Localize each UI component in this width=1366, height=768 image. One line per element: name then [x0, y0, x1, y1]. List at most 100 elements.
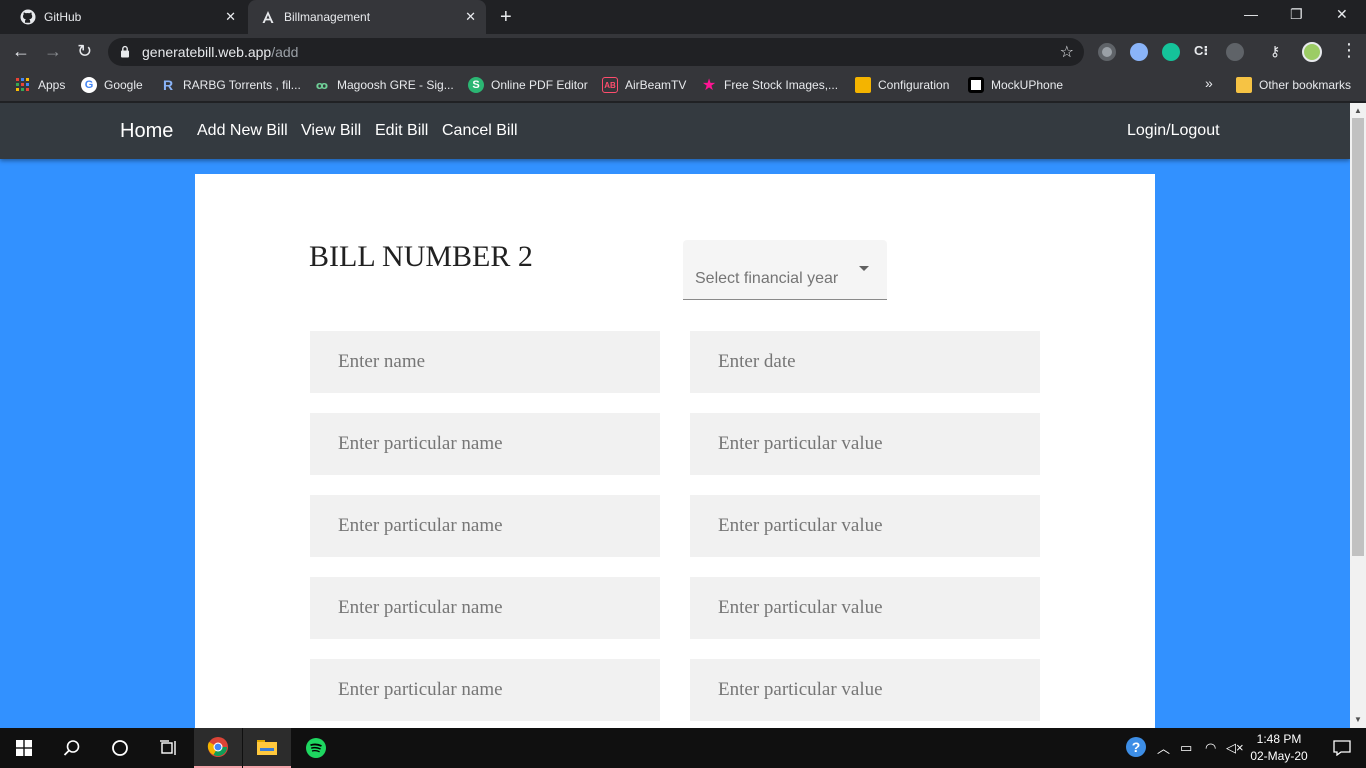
- extension-bug-icon[interactable]: [1226, 43, 1244, 61]
- bookmark-rarbg[interactable]: R RARBG Torrents , fil...: [160, 77, 301, 93]
- particular-name-input-3[interactable]: [310, 577, 660, 639]
- back-icon[interactable]: ←: [12, 41, 30, 62]
- airbeamtv-icon: AB: [602, 77, 618, 93]
- bookmarks-bar: Apps G Google R RARBG Torrents , fil... …: [0, 70, 1366, 102]
- bookmark-mockuphone[interactable]: MockUPhone: [968, 77, 1063, 93]
- other-bookmarks-label: Other bookmarks: [1259, 78, 1352, 92]
- rarbg-icon: R: [162, 77, 174, 93]
- particular-name-input-1[interactable]: [310, 413, 660, 475]
- nav-cancel-bill[interactable]: Cancel Bill: [442, 122, 518, 140]
- date-input[interactable]: [690, 331, 1040, 393]
- bookmarks-overflow-button[interactable]: »: [1205, 75, 1213, 91]
- close-tab-icon[interactable]: ✕: [465, 9, 476, 25]
- extension-c-icon[interactable]: C⁝: [1194, 43, 1212, 61]
- bookmark-label: MockUPhone: [991, 78, 1064, 92]
- notifications-icon[interactable]: [1318, 728, 1366, 768]
- particular-value-input-2[interactable]: [690, 495, 1040, 557]
- financial-year-placeholder: Select financial year: [695, 270, 839, 287]
- help-icon[interactable]: ?: [1126, 737, 1146, 757]
- angular-icon: [260, 9, 276, 25]
- nav-edit-bill[interactable]: Edit Bill: [375, 122, 428, 140]
- url-text: generatebill.web.app/add: [142, 44, 298, 60]
- profile-avatar[interactable]: [1302, 42, 1322, 62]
- bookmark-star-icon[interactable]: ☆: [1060, 42, 1074, 62]
- battery-icon[interactable]: ▭: [1180, 740, 1192, 756]
- bookmark-label: Google: [104, 78, 143, 92]
- nav-login-logout[interactable]: Login/Logout: [1127, 122, 1220, 140]
- bookmark-airbeamtv[interactable]: AB AirBeamTV: [602, 77, 686, 93]
- close-window-icon[interactable]: ✕: [1336, 6, 1348, 23]
- restore-icon[interactable]: ❐: [1290, 6, 1303, 23]
- browser-toolbar: ← → ↻ generatebill.web.app/add ☆ C⁝ ⚷ ⋮: [0, 34, 1366, 70]
- bookmark-configuration[interactable]: Configuration: [855, 77, 949, 93]
- wifi-icon[interactable]: ◠: [1205, 740, 1216, 756]
- bookmark-apps[interactable]: Apps: [15, 77, 65, 93]
- address-bar[interactable]: generatebill.web.app/add ☆: [108, 38, 1084, 66]
- financial-year-select[interactable]: Select financial year: [683, 240, 887, 300]
- bookmark-label: Apps: [38, 78, 66, 92]
- name-input[interactable]: [310, 331, 660, 393]
- lock-icon: [120, 45, 130, 63]
- google-icon: G: [81, 77, 97, 93]
- volume-muted-icon[interactable]: ◁×: [1226, 740, 1244, 756]
- new-tab-icon[interactable]: +: [500, 6, 512, 29]
- menu-kebab-icon[interactable]: ⋮: [1340, 40, 1358, 61]
- tab-github[interactable]: GitHub ✕: [8, 0, 246, 34]
- chevron-up-icon[interactable]: ︿: [1157, 738, 1170, 757]
- apps-grid-icon: [15, 77, 31, 93]
- bookmark-label: AirBeamTV: [625, 78, 687, 92]
- windows-taskbar: ? ︿ ▭ ◠ ◁× 1:48 PM 02-May-20: [0, 728, 1366, 768]
- folder-icon: [1236, 77, 1252, 93]
- spotify-icon[interactable]: [292, 728, 340, 768]
- bookmark-pdf-editor[interactable]: S Online PDF Editor: [468, 77, 588, 93]
- github-icon: [20, 9, 36, 25]
- dropdown-arrow-icon: [859, 266, 869, 271]
- windows-start-icon[interactable]: [0, 728, 48, 768]
- url-path: /add: [271, 44, 299, 60]
- bookmark-label: RARBG Torrents , fil...: [183, 78, 301, 92]
- sejda-icon: S: [468, 77, 484, 93]
- bookmark-google[interactable]: G Google: [81, 77, 143, 93]
- reload-icon[interactable]: ↻: [77, 41, 92, 62]
- star-icon: ★: [701, 77, 717, 94]
- bill-number-title: BILL NUMBER 2: [309, 240, 533, 273]
- nav-view-bill[interactable]: View Bill: [301, 122, 361, 140]
- particular-value-input-1[interactable]: [690, 413, 1040, 475]
- forward-icon[interactable]: →: [44, 41, 62, 62]
- page-scrollbar[interactable]: ▲ ▼: [1350, 103, 1366, 728]
- extension-record-icon[interactable]: [1098, 43, 1116, 61]
- nav-add-new-bill[interactable]: Add New Bill: [197, 122, 288, 140]
- scrollbar-thumb[interactable]: [1352, 118, 1364, 556]
- tab-label: Billmanagement: [284, 10, 371, 24]
- tab-label: GitHub: [44, 10, 82, 24]
- bookmark-stock-images[interactable]: ★ Free Stock Images,...: [701, 77, 838, 94]
- file-explorer-icon[interactable]: [243, 728, 291, 768]
- particular-name-input-4[interactable]: [310, 659, 660, 721]
- task-view-icon[interactable]: [144, 728, 192, 768]
- tab-billmanagement[interactable]: Billmanagement ✕: [248, 0, 486, 34]
- search-icon[interactable]: [48, 728, 96, 768]
- other-bookmarks[interactable]: Other bookmarks: [1236, 77, 1351, 93]
- page-viewport: Home Add New Bill View Bill Edit Bill Ca…: [0, 103, 1350, 728]
- magoosh-icon: ꝏ: [315, 79, 329, 92]
- nav-home-link[interactable]: Home: [120, 120, 173, 143]
- browser-tab-strip: GitHub ✕ Billmanagement ✕ + — ❐ ✕: [0, 0, 1366, 34]
- minimize-icon[interactable]: —: [1244, 6, 1258, 22]
- mockuphone-icon: [968, 77, 984, 93]
- scroll-up-icon[interactable]: ▲: [1354, 106, 1362, 115]
- extension-circle-icon[interactable]: [1130, 43, 1148, 61]
- bookmark-magoosh[interactable]: ꝏ Magoosh GRE - Sig...: [314, 77, 454, 93]
- cortana-icon[interactable]: [96, 728, 144, 768]
- chrome-taskbar-icon[interactable]: [194, 728, 242, 768]
- scroll-down-icon[interactable]: ▼: [1354, 715, 1362, 724]
- particular-value-input-3[interactable]: [690, 577, 1040, 639]
- box-icon: [855, 77, 871, 93]
- particular-name-input-2[interactable]: [310, 495, 660, 557]
- grammarly-icon[interactable]: [1162, 43, 1180, 61]
- key-icon[interactable]: ⚷: [1270, 43, 1288, 61]
- taskbar-clock[interactable]: 1:48 PM 02-May-20: [1246, 731, 1312, 765]
- url-host: generatebill.web.app: [142, 44, 272, 60]
- particular-value-input-4[interactable]: [690, 659, 1040, 721]
- clock-date: 02-May-20: [1250, 749, 1308, 763]
- close-tab-icon[interactable]: ✕: [225, 9, 236, 25]
